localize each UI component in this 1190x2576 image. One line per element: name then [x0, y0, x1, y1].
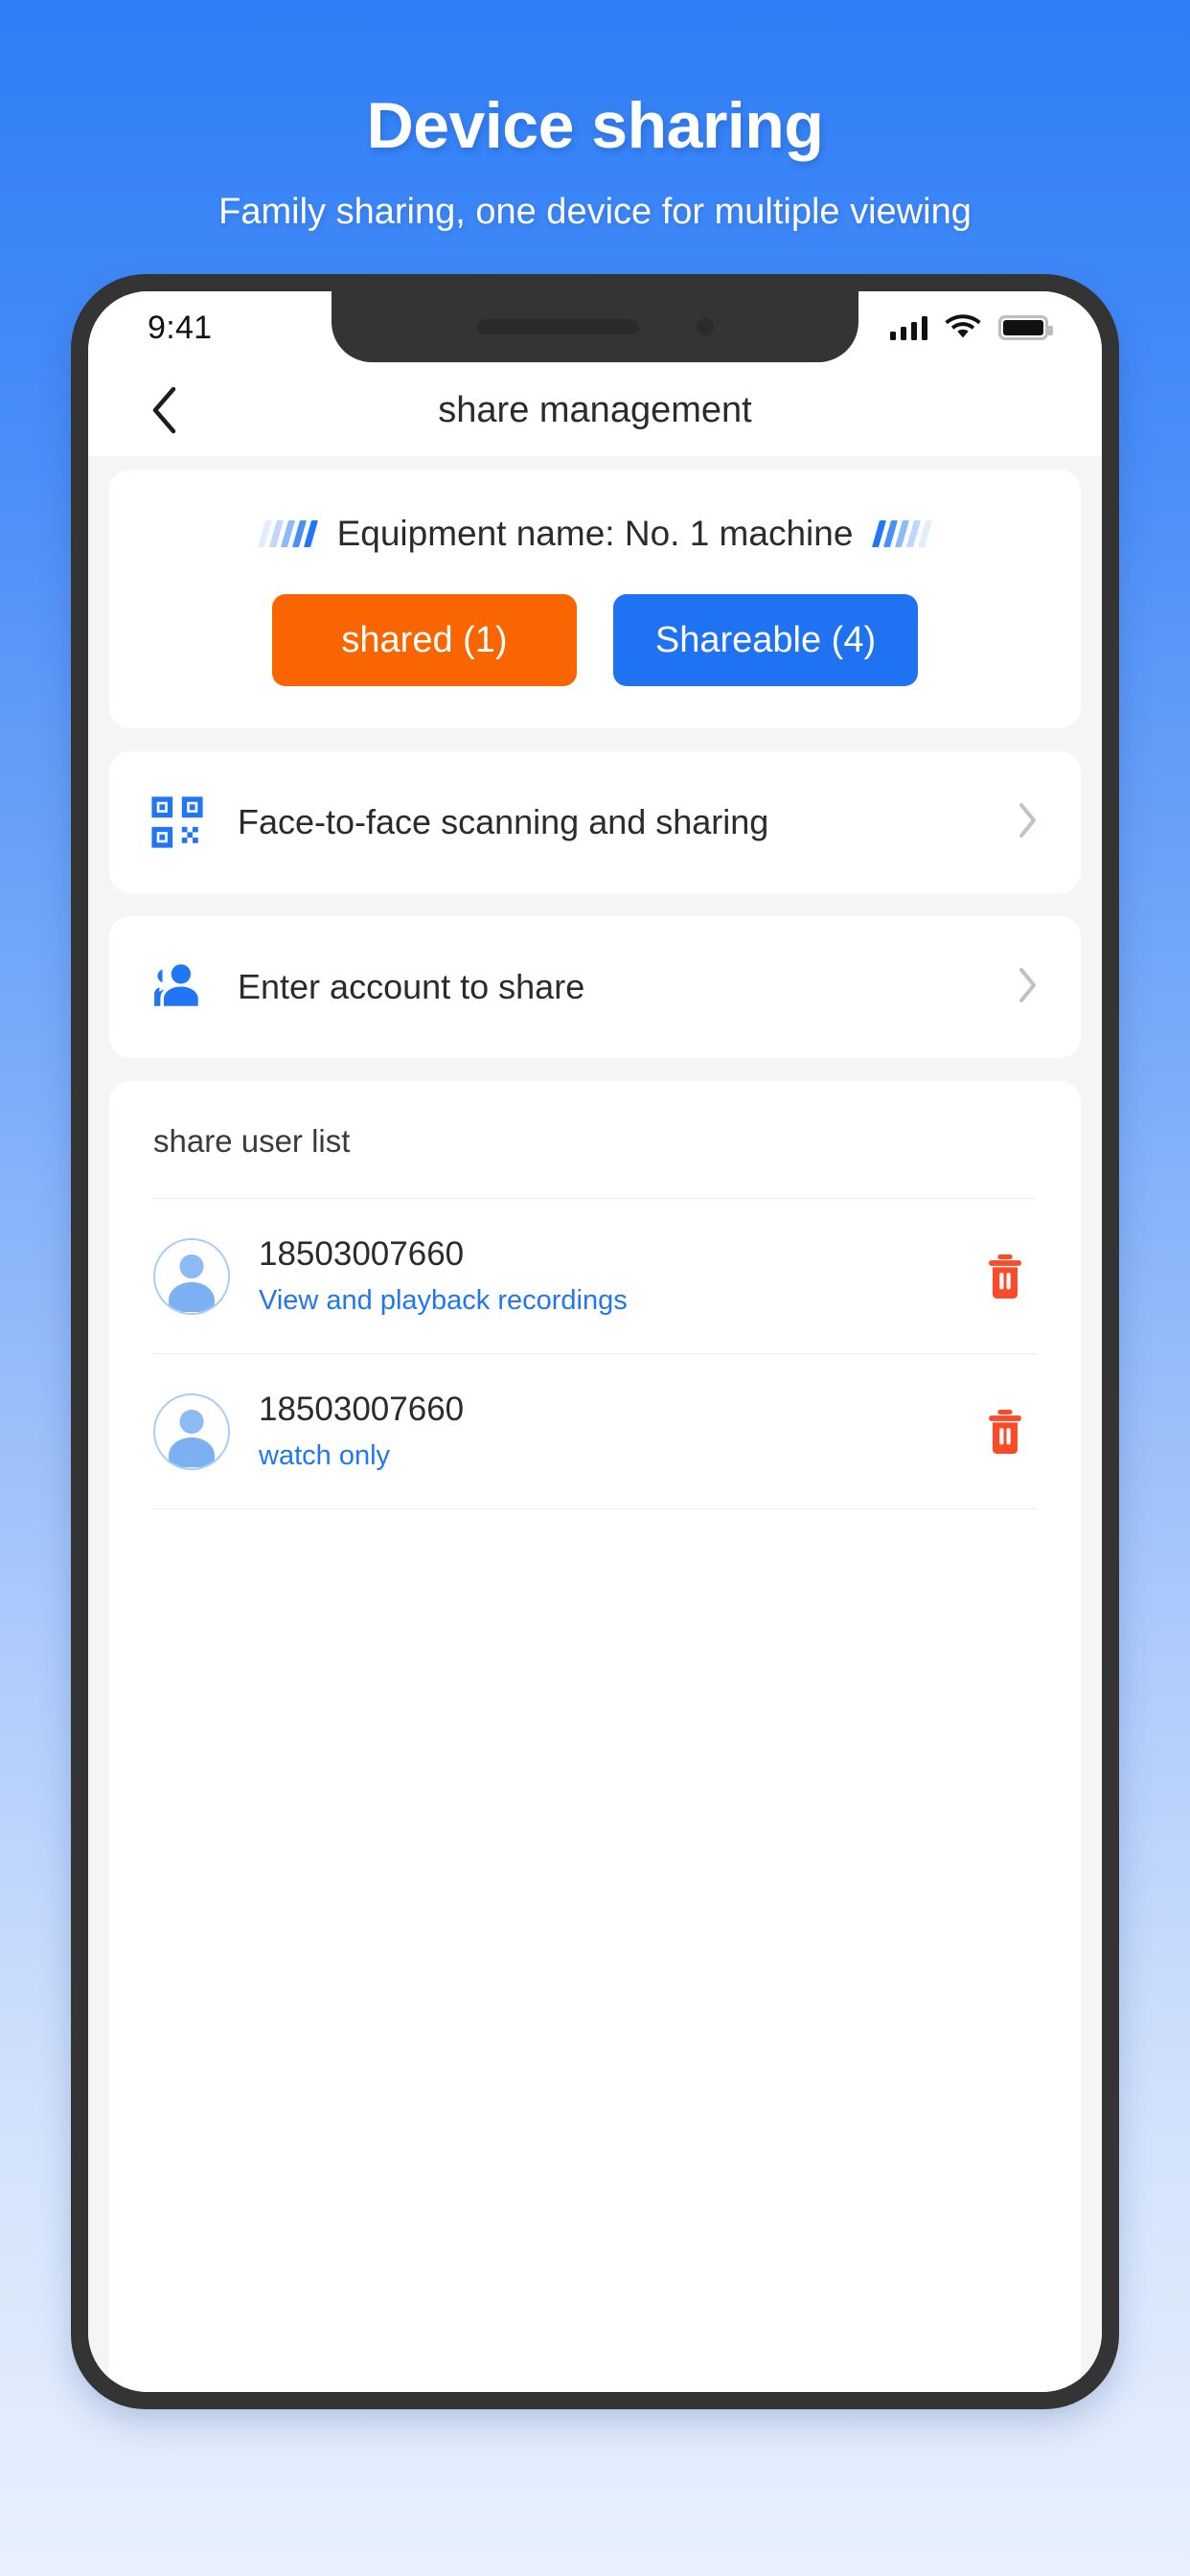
stripes-decoration-icon	[872, 519, 933, 548]
action-label-face-to-face-scan: Face-to-face scanning and sharing	[238, 802, 769, 841]
trash-icon	[989, 1254, 1021, 1299]
device-info-card: Equipment name: No. 1 machine shared (1)…	[109, 470, 1081, 728]
action-row-face-to-face-scan[interactable]: Face-to-face scanning and sharing	[109, 751, 1081, 893]
chevron-left-icon	[152, 386, 176, 434]
stripes-decoration-icon	[257, 519, 318, 548]
user-permission[interactable]: View and playback recordings	[259, 1285, 972, 1317]
qr-code-icon	[149, 794, 205, 850]
phone-mockup: 9:41 share management Equipment name: No…	[71, 274, 1119, 2409]
device-name-row: Equipment name: No. 1 machine	[109, 514, 1081, 554]
share-user-list-title: share user list	[153, 1123, 351, 1159]
promo-header: Device sharing Family sharing, one devic…	[0, 0, 1190, 233]
back-button[interactable]	[130, 376, 199, 445]
share-tabs: shared (1) Shareable (4)	[109, 594, 1081, 686]
page-title: share management	[438, 389, 752, 430]
add-user-icon	[149, 957, 205, 1018]
share-user-list-card: share user list 18503007660 View and pla…	[109, 1081, 1081, 2392]
promo-title: Device sharing	[366, 89, 824, 162]
status-bar-clock: 9:41	[148, 309, 213, 346]
phone-screen: 9:41 share management Equipment name: No…	[88, 291, 1102, 2392]
device-name-label: Equipment name: No. 1 machine	[336, 514, 854, 553]
trash-icon	[989, 1409, 1021, 1454]
notch-speaker	[476, 319, 639, 334]
status-bar: 9:41	[88, 291, 1102, 364]
action-label-enter-account: Enter account to share	[238, 967, 585, 1006]
wifi-icon	[945, 312, 981, 344]
chevron-right-icon	[1018, 967, 1039, 1008]
user-phone: 18503007660	[259, 1235, 465, 1273]
chevron-right-icon	[1018, 802, 1039, 843]
phone-notch	[332, 291, 858, 362]
battery-full-icon	[998, 315, 1053, 340]
user-avatar-icon	[153, 1237, 230, 1315]
user-meta: 18503007660 View and playback recordings	[259, 1235, 972, 1317]
list-item[interactable]: 18503007660 watch only	[109, 1354, 1081, 1508]
user-avatar-icon	[153, 1392, 230, 1470]
list-item[interactable]: 18503007660 View and playback recordings	[109, 1199, 1081, 1353]
status-bar-indicators	[890, 312, 1053, 344]
promo-subtitle: Family sharing, one device for multiple …	[218, 192, 972, 232]
app-navbar: share management	[88, 364, 1102, 456]
tab-shared[interactable]: shared (1)	[272, 594, 577, 686]
delete-user-button[interactable]	[972, 1398, 1039, 1465]
user-meta: 18503007660 watch only	[259, 1391, 972, 1472]
tab-shareable[interactable]: Shareable (4)	[613, 594, 918, 686]
user-phone: 18503007660	[259, 1391, 465, 1428]
delete-user-button[interactable]	[972, 1243, 1039, 1310]
user-permission[interactable]: watch only	[259, 1440, 972, 1472]
notch-camera	[697, 318, 714, 335]
page-content: Equipment name: No. 1 machine shared (1)…	[88, 456, 1102, 2392]
cellular-signal-icon	[890, 315, 927, 340]
action-row-enter-account[interactable]: Enter account to share	[109, 916, 1081, 1058]
list-empty-space	[109, 1509, 1081, 2392]
